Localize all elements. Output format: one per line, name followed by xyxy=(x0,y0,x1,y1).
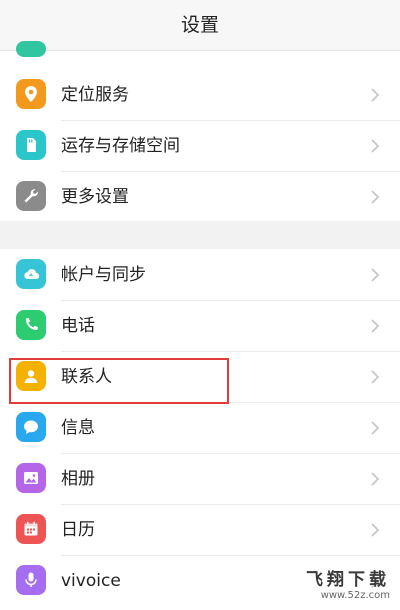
watermark-title: 飞翔下载 xyxy=(306,570,390,590)
settings-item-label: 电话 xyxy=(61,316,95,336)
chevron-right-icon xyxy=(371,190,380,204)
chevron-right-icon xyxy=(371,139,380,153)
chevron-right-icon xyxy=(371,319,380,333)
settings-item-label: 运存与存储空间 xyxy=(61,136,180,156)
chevron-right-icon xyxy=(371,523,380,537)
chevron-right-icon xyxy=(371,370,380,384)
settings-item-label: vivoice xyxy=(61,571,121,591)
settings-item-label: 帐户与同步 xyxy=(61,265,146,285)
chevron-right-icon xyxy=(371,88,380,102)
settings-group-1: 定位服务 运存与存储空间 更多设置 xyxy=(0,41,400,223)
settings-item-phone[interactable]: 电话 xyxy=(0,301,400,352)
settings-group-2: 帐户与同步 电话 联系人 信息 相册 日历 vivoice xyxy=(0,249,400,610)
partial-settings-icon xyxy=(16,41,46,57)
location-pin-icon xyxy=(16,79,46,109)
chevron-right-icon xyxy=(371,268,380,282)
page-title: 设置 xyxy=(0,0,400,51)
settings-item-gallery[interactable]: 相册 xyxy=(0,454,400,505)
settings-item-contacts[interactable]: 联系人 xyxy=(0,352,400,403)
settings-item-calendar[interactable]: 日历 xyxy=(0,505,400,556)
settings-item-label: 定位服务 xyxy=(61,85,129,105)
settings-item-storage[interactable]: 运存与存储空间 xyxy=(0,121,400,172)
wrench-icon xyxy=(16,181,46,211)
chevron-right-icon xyxy=(371,472,380,486)
settings-item-accounts[interactable]: 帐户与同步 xyxy=(0,250,400,301)
settings-item-messages[interactable]: 信息 xyxy=(0,403,400,454)
settings-item-label: 更多设置 xyxy=(61,187,129,207)
calendar-icon xyxy=(16,514,46,544)
phone-icon xyxy=(16,310,46,340)
settings-item-label: 日历 xyxy=(61,520,95,540)
message-bubble-icon xyxy=(16,412,46,442)
gallery-icon xyxy=(16,463,46,493)
watermark-url: www.52z.com xyxy=(320,590,390,601)
cloud-sync-icon xyxy=(16,259,46,289)
settings-item-label: 联系人 xyxy=(61,367,112,387)
settings-item-location[interactable]: 定位服务 xyxy=(0,70,400,121)
chevron-right-icon xyxy=(371,421,380,435)
watermark: 飞翔下载 www.52z.com xyxy=(294,570,390,604)
memory-card-icon xyxy=(16,130,46,160)
contact-person-icon xyxy=(16,361,46,391)
settings-item-more[interactable]: 更多设置 xyxy=(0,172,400,223)
microphone-icon xyxy=(16,565,46,595)
settings-item-label: 信息 xyxy=(61,418,95,438)
settings-item-label: 相册 xyxy=(61,469,95,489)
